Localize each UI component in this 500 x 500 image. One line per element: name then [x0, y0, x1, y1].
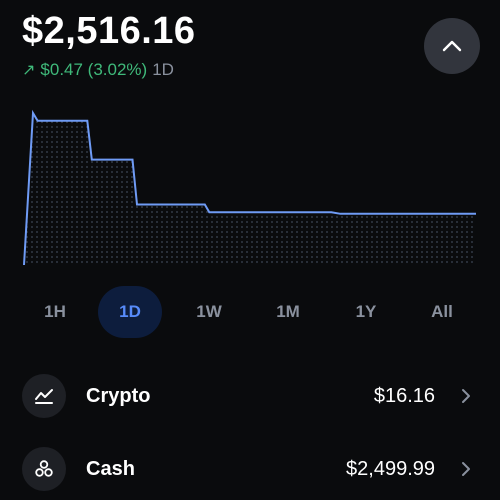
change-value: $0.47 (3.02%)	[40, 60, 148, 79]
tab-all[interactable]: All	[415, 286, 469, 338]
portfolio-change: ↗ $0.47 (3.02%) 1D	[22, 60, 174, 80]
tab-1w[interactable]: 1W	[182, 286, 236, 338]
trend-up-arrow-icon: ↗	[22, 62, 36, 79]
coins-icon	[22, 447, 66, 491]
chart-fill-area	[24, 113, 476, 265]
tab-1d[interactable]: 1D	[98, 286, 162, 338]
chevron-up-icon	[442, 40, 462, 52]
tab-1m[interactable]: 1M	[261, 286, 315, 338]
asset-row-crypto[interactable]: Crypto $16.16	[0, 368, 500, 424]
asset-label: Crypto	[86, 384, 151, 407]
portfolio-chart[interactable]	[0, 100, 500, 275]
chart-line-icon	[22, 374, 66, 418]
asset-value: $16.16	[373, 384, 435, 407]
chevron-right-icon	[458, 459, 474, 479]
portfolio-balance: $2,516.16	[22, 10, 196, 52]
asset-label: Cash	[86, 457, 135, 480]
asset-row-cash[interactable]: Cash $2,499.99	[0, 441, 500, 497]
asset-value: $2,499.99	[346, 457, 435, 480]
tab-1y[interactable]: 1Y	[339, 286, 393, 338]
chevron-right-icon	[458, 386, 474, 406]
tab-1h[interactable]: 1H	[28, 286, 82, 338]
collapse-button[interactable]	[424, 18, 480, 74]
timeframe-tabs: 1H 1D 1W 1M 1Y All	[0, 286, 500, 338]
change-period: 1D	[152, 60, 174, 79]
